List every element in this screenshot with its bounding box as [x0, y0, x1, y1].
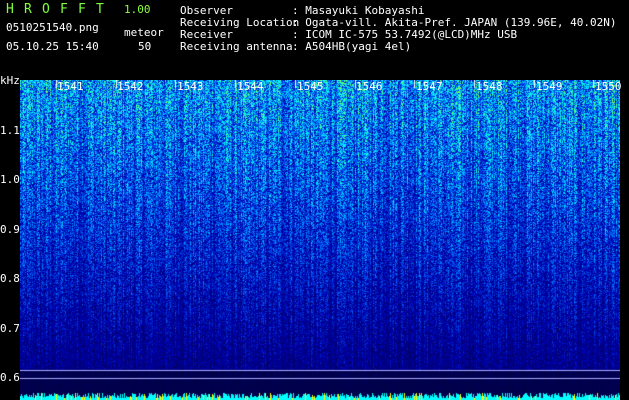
minute-label: 1541 — [57, 80, 84, 93]
minute-label: 1547 — [416, 80, 443, 93]
timestamp-label: 05.10.25 15:40 — [6, 40, 99, 53]
version-label: 1.00 — [124, 3, 151, 16]
antenna-label: Receiving antenna — [180, 40, 293, 53]
minute-label: 1550 — [595, 80, 622, 93]
minute-label: 1544 — [237, 80, 264, 93]
y-tick-label: 1.0 — [0, 173, 20, 186]
minute-label: 1542 — [117, 80, 144, 93]
minute-label: 1546 — [356, 80, 383, 93]
minute-label: 1545 — [297, 80, 324, 93]
y-tick-label: 0.7 — [0, 322, 20, 335]
y-axis-unit: kHz — [0, 74, 20, 87]
title-letter-h: H — [6, 2, 14, 17]
title-letter-r: R — [24, 2, 32, 17]
y-tick-label: 0.9 — [0, 223, 20, 236]
minute-label: 1548 — [476, 80, 503, 93]
title-letter-f2: F — [78, 2, 86, 17]
spectrogram-canvas — [20, 80, 620, 400]
mode-label: meteor — [124, 26, 164, 39]
title-letter-f1: F — [60, 2, 68, 17]
y-tick-label: 0.6 — [0, 371, 20, 384]
filename-label: 0510251540.png — [6, 21, 99, 34]
title-letter-t: T — [96, 2, 104, 17]
antenna-value: : A504HB(yagi 4el) — [292, 40, 412, 53]
title-letter-o: O — [42, 2, 50, 17]
minute-label: 1543 — [177, 80, 204, 93]
y-tick-label: 0.8 — [0, 272, 20, 285]
y-tick-label: 1.1 — [0, 124, 20, 137]
count-label: 50 — [138, 40, 152, 53]
minute-label: 1549 — [536, 80, 563, 93]
